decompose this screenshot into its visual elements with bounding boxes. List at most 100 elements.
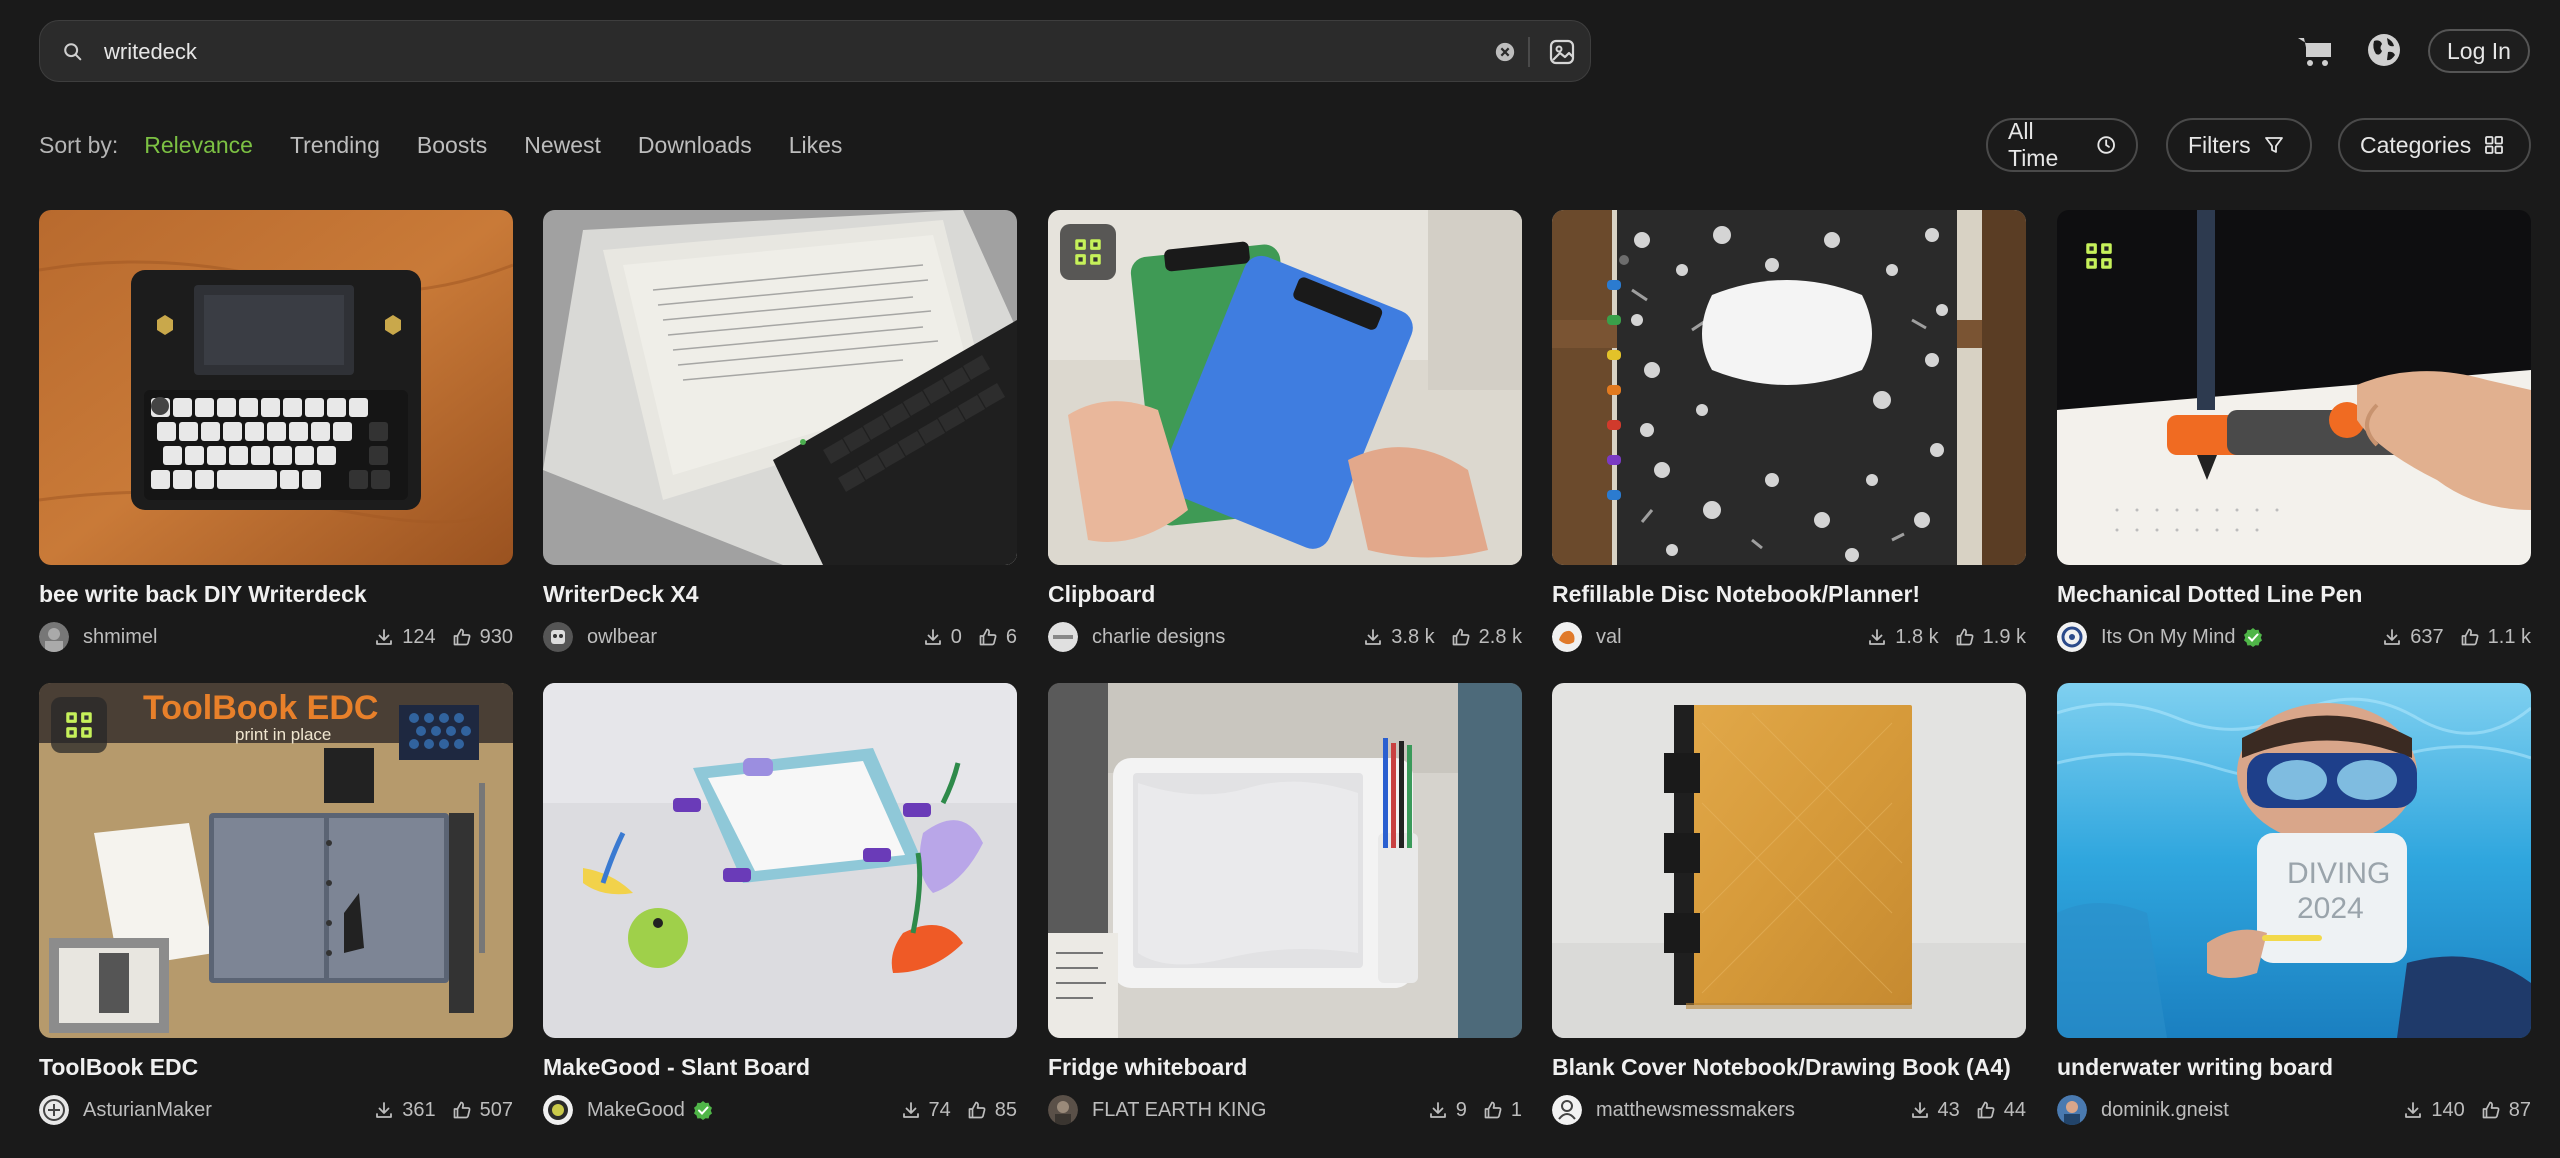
avatar[interactable] bbox=[39, 1095, 69, 1125]
model-title[interactable]: Refillable Disc Notebook/Planner! bbox=[1552, 581, 2026, 609]
model-meta: MakeGood 74 85 bbox=[543, 1094, 1017, 1126]
model-card[interactable]: Fridge whiteboard FLAT EARTH KING 9 1 bbox=[1048, 683, 1522, 1126]
model-title[interactable]: ToolBook EDC bbox=[39, 1054, 513, 1082]
model-stats: 124 930 bbox=[374, 626, 513, 649]
sort-likes[interactable]: Likes bbox=[789, 132, 843, 159]
avatar[interactable] bbox=[2057, 1095, 2087, 1125]
globe-icon[interactable] bbox=[2366, 32, 2402, 68]
like-icon[interactable] bbox=[452, 627, 472, 647]
model-title[interactable]: Fridge whiteboard bbox=[1048, 1054, 1522, 1082]
model-title[interactable]: underwater writing board bbox=[2057, 1054, 2531, 1082]
avatar[interactable] bbox=[1048, 622, 1078, 652]
like-icon[interactable] bbox=[967, 1100, 987, 1120]
filters-button[interactable]: Filters bbox=[2166, 118, 2312, 172]
slant-board-photo bbox=[543, 683, 1017, 1038]
like-icon[interactable] bbox=[1451, 627, 1471, 647]
download-count: 124 bbox=[402, 625, 436, 648]
author-name[interactable]: dominik.gneist bbox=[2101, 1099, 2229, 1122]
model-card[interactable]: WriterDeck X4 owlbear 0 6 bbox=[543, 210, 1017, 653]
model-title[interactable]: bee write back DIY Writerdeck bbox=[39, 581, 513, 609]
search-bar[interactable] bbox=[39, 20, 1591, 82]
author-name[interactable]: FLAT EARTH KING bbox=[1092, 1099, 1266, 1122]
model-card[interactable]: Refillable Disc Notebook/Planner! val 1.… bbox=[1552, 210, 2026, 653]
like-icon[interactable] bbox=[978, 627, 998, 647]
author-name[interactable]: AsturianMaker bbox=[83, 1099, 212, 1122]
cart-icon[interactable] bbox=[2296, 33, 2334, 69]
avatar[interactable] bbox=[2057, 622, 2087, 652]
model-title[interactable]: Clipboard bbox=[1048, 581, 1522, 609]
model-card[interactable]: Mechanical Dotted Line Pen Its On My Min… bbox=[2057, 210, 2531, 653]
model-thumbnail[interactable] bbox=[543, 210, 1017, 565]
author-name[interactable]: MakeGood bbox=[587, 1099, 685, 1122]
sort-newest[interactable]: Newest bbox=[524, 132, 601, 159]
categories-button[interactable]: Categories bbox=[2338, 118, 2531, 172]
model-card[interactable]: bee write back DIY Writerdeck shmimel 12… bbox=[39, 210, 513, 653]
like-count: 44 bbox=[2003, 1098, 2026, 1121]
search-input[interactable] bbox=[104, 33, 1484, 71]
like-icon[interactable] bbox=[2481, 1100, 2501, 1120]
avatar[interactable] bbox=[1552, 622, 1582, 652]
download-icon bbox=[376, 1102, 393, 1118]
avatar[interactable] bbox=[1048, 1095, 1078, 1125]
model-card[interactable]: MakeGood - Slant Board MakeGood 74 85 bbox=[543, 683, 1017, 1126]
like-icon[interactable] bbox=[452, 1100, 472, 1120]
model-thumbnail[interactable] bbox=[1048, 683, 1522, 1038]
like-icon[interactable] bbox=[1483, 1100, 1503, 1120]
download-icon bbox=[1911, 1102, 1928, 1118]
login-button[interactable]: Log In bbox=[2428, 29, 2530, 73]
author-name[interactable]: val bbox=[1596, 626, 1622, 649]
model-thumbnail[interactable] bbox=[1048, 210, 1522, 565]
like-icon[interactable] bbox=[1955, 627, 1975, 647]
model-thumbnail[interactable] bbox=[39, 210, 513, 565]
model-thumbnail[interactable] bbox=[1552, 210, 2026, 565]
author-name[interactable]: charlie designs bbox=[1092, 626, 1225, 649]
clear-search-icon[interactable] bbox=[1494, 41, 1516, 63]
like-icon[interactable] bbox=[1976, 1100, 1996, 1120]
model-card[interactable]: Clipboard charlie designs 3.8 k 2.8 k bbox=[1048, 210, 1522, 653]
sort-trending[interactable]: Trending bbox=[290, 132, 380, 159]
model-meta: AsturianMaker 361 507 bbox=[39, 1094, 513, 1126]
avatar[interactable] bbox=[39, 622, 69, 652]
download-count: 0 bbox=[950, 625, 962, 648]
premium-badge bbox=[1060, 224, 1116, 280]
avatar[interactable] bbox=[543, 622, 573, 652]
model-thumbnail[interactable] bbox=[2057, 210, 2531, 565]
download-count: 3.8 k bbox=[1391, 625, 1435, 648]
author-name[interactable]: shmimel bbox=[83, 626, 157, 649]
categories-label: Categories bbox=[2360, 131, 2472, 158]
filters-label: Filters bbox=[2188, 131, 2251, 158]
model-thumbnail[interactable]: ToolBook EDC print in place bbox=[39, 683, 513, 1038]
model-card[interactable]: DIVING 2024 underwater writing board dom… bbox=[2057, 683, 2531, 1126]
model-title[interactable]: MakeGood - Slant Board bbox=[543, 1054, 1017, 1082]
model-thumbnail[interactable] bbox=[1552, 683, 2026, 1038]
toolbook-banner-sub: print in place bbox=[235, 725, 331, 744]
sort-label: Sort by: bbox=[39, 131, 119, 158]
author-name[interactable]: Its On My Mind bbox=[2101, 626, 2235, 649]
model-card[interactable]: Blank Cover Notebook/Drawing Book (A4) m… bbox=[1552, 683, 2026, 1126]
download-count: 9 bbox=[1455, 1098, 1467, 1121]
model-title[interactable]: Mechanical Dotted Line Pen bbox=[2057, 581, 2531, 609]
avatar[interactable] bbox=[543, 1095, 573, 1125]
sort-boosts[interactable]: Boosts bbox=[417, 132, 487, 159]
model-title[interactable]: Blank Cover Notebook/Drawing Book (A4) bbox=[1552, 1054, 2026, 1082]
model-card[interactable]: ToolBook EDC print in place ToolBook EDC bbox=[39, 683, 513, 1126]
download-count: 74 bbox=[928, 1098, 951, 1121]
model-stats: 0 6 bbox=[923, 626, 1017, 649]
search-divider bbox=[1528, 37, 1530, 67]
model-stats: 361 507 bbox=[374, 1099, 513, 1122]
author-name[interactable]: owlbear bbox=[587, 626, 657, 649]
like-count: 87 bbox=[2508, 1098, 2531, 1121]
sort-relevance[interactable]: Relevance bbox=[144, 132, 253, 159]
model-thumbnail[interactable] bbox=[543, 683, 1017, 1038]
model-thumbnail[interactable]: DIVING 2024 bbox=[2057, 683, 2531, 1038]
avatar[interactable] bbox=[1552, 1095, 1582, 1125]
download-icon bbox=[924, 629, 941, 645]
time-filter-button[interactable]: All Time bbox=[1986, 118, 2138, 172]
like-icon[interactable] bbox=[2460, 627, 2480, 647]
author-name[interactable]: matthewsmessmakers bbox=[1596, 1099, 1795, 1122]
model-title[interactable]: WriterDeck X4 bbox=[543, 581, 1017, 609]
image-search-icon[interactable] bbox=[1548, 38, 1576, 66]
model-stats: 1.8 k 1.9 k bbox=[1867, 626, 2026, 649]
sort-downloads[interactable]: Downloads bbox=[638, 132, 752, 159]
premium-badge bbox=[2071, 228, 2127, 284]
